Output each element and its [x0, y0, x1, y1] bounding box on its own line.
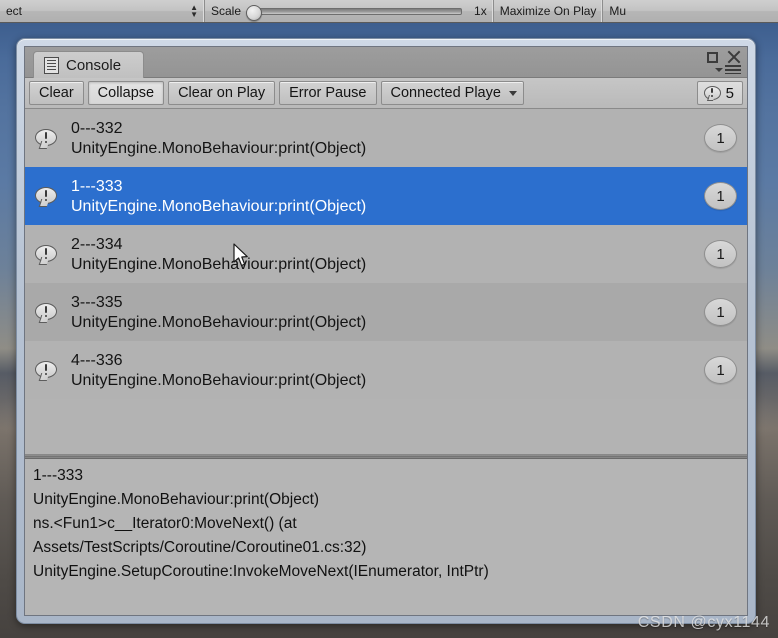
row-icon-wrap	[35, 360, 71, 381]
game-view-toolbar: ect ▲ ▼ Scale 1x Maximize On Play Mu	[0, 0, 778, 23]
console-window-inner: Console Clear Collapse Clear on Play Err…	[24, 46, 748, 616]
log-message: 4---336	[71, 351, 123, 369]
hamburger-menu-icon[interactable]	[715, 65, 741, 74]
console-toolbar: Clear Collapse Clear on Play Error Pause…	[25, 78, 747, 109]
chevron-down-icon	[715, 67, 723, 72]
mute-audio-label: Mu	[609, 4, 627, 18]
row-text: 3---335 UnityEngine.MonoBehaviour:print(…	[71, 293, 704, 332]
detail-line: Assets/TestScripts/Coroutine/Coroutine01…	[33, 539, 367, 556]
tab-console-label: Console	[66, 56, 122, 74]
row-icon-wrap	[35, 302, 71, 323]
log-stack-preview: UnityEngine.MonoBehaviour:print(Object)	[71, 255, 367, 273]
log-warning-icon	[35, 244, 57, 265]
scale-label: Scale	[211, 4, 242, 18]
scale-slider[interactable]	[246, 5, 464, 21]
row-icon-wrap	[35, 244, 71, 265]
log-stack-preview: UnityEngine.MonoBehaviour:print(Object)	[71, 371, 367, 389]
detail-line: ns.<Fun1>c__Iterator0:MoveNext() (at	[33, 515, 297, 532]
maximize-on-play-label: Maximize On Play	[499, 4, 597, 18]
log-count-badge: 1	[704, 298, 737, 326]
connected-player-label: Connected Playe	[390, 85, 501, 101]
collapse-button-label: Collapse	[97, 85, 155, 101]
row-text: 0---332 UnityEngine.MonoBehaviour:print(…	[71, 119, 704, 158]
log-count-badge: 1	[704, 240, 737, 268]
row-text: 4---336 UnityEngine.MonoBehaviour:print(…	[71, 351, 704, 390]
log-warning-icon	[35, 360, 57, 381]
connected-player-dropdown[interactable]: Connected Playe	[380, 81, 524, 105]
detail-line: 1---333	[33, 467, 83, 484]
log-count-badge: 1	[704, 182, 737, 210]
log-message: 0---332	[71, 119, 123, 137]
detail-line: UnityEngine.MonoBehaviour:print(Object)	[33, 491, 320, 508]
error-pause-button-label: Error Pause	[289, 85, 367, 101]
console-document-icon	[44, 56, 59, 74]
row-text: 1---333 UnityEngine.MonoBehaviour:print(…	[71, 177, 704, 216]
console-detail-pane[interactable]: 1---333 UnityEngine.MonoBehaviour:print(…	[25, 459, 747, 615]
tab-console[interactable]: Console	[33, 51, 145, 78]
console-tabstrip: Console	[25, 47, 747, 78]
window-controls	[707, 50, 741, 64]
log-warning-icon	[703, 85, 721, 101]
log-count-badge: 1	[704, 356, 737, 384]
log-count-badge: 1	[704, 124, 737, 152]
row-icon-wrap	[35, 186, 71, 207]
warning-count-toggle[interactable]: 5	[696, 81, 743, 105]
log-stack-preview: UnityEngine.MonoBehaviour:print(Object)	[71, 313, 367, 331]
up-down-arrows-icon: ▲ ▼	[190, 3, 198, 19]
console-log-list[interactable]: 0---332 UnityEngine.MonoBehaviour:print(…	[25, 109, 747, 454]
log-stack-preview: UnityEngine.MonoBehaviour:print(Object)	[71, 197, 367, 215]
scale-control[interactable]: Scale 1x	[205, 0, 494, 22]
aspect-ratio-dropdown[interactable]: ect ▲ ▼	[0, 0, 205, 22]
aspect-ratio-value: ect	[6, 4, 23, 18]
log-row[interactable]: 3---335 UnityEngine.MonoBehaviour:print(…	[25, 283, 747, 341]
warning-count-value: 5	[725, 84, 734, 102]
row-icon-wrap	[35, 128, 71, 149]
clear-button[interactable]: Clear	[29, 81, 84, 105]
maximize-icon[interactable]	[707, 51, 718, 63]
screen-root: ect ▲ ▼ Scale 1x Maximize On Play Mu Cons…	[0, 0, 778, 638]
row-text: 2---334 UnityEngine.MonoBehaviour:print(…	[71, 235, 704, 274]
maximize-on-play-button[interactable]: Maximize On Play	[494, 0, 604, 22]
error-pause-button[interactable]: Error Pause	[279, 81, 377, 105]
mute-audio-button[interactable]: Mu	[603, 0, 632, 22]
scale-slider-track	[256, 7, 463, 15]
log-warning-icon	[35, 128, 57, 149]
log-row[interactable]: 2---334 UnityEngine.MonoBehaviour:print(…	[25, 225, 747, 283]
clear-on-play-button[interactable]: Clear on Play	[168, 81, 276, 105]
log-row[interactable]: 0---332 UnityEngine.MonoBehaviour:print(…	[25, 109, 747, 167]
log-row[interactable]: 1---333 UnityEngine.MonoBehaviour:print(…	[25, 167, 747, 225]
chevron-down-icon	[508, 90, 517, 96]
log-warning-icon	[35, 186, 57, 207]
close-icon[interactable]	[727, 50, 741, 64]
log-warning-icon	[35, 302, 57, 323]
collapse-button[interactable]: Collapse	[87, 81, 165, 105]
scale-slider-knob[interactable]	[246, 5, 263, 21]
detail-line: UnityEngine.SetupCoroutine:InvokeMoveNex…	[33, 563, 489, 580]
log-message: 2---334	[71, 235, 123, 253]
menu-lines-icon	[725, 65, 741, 74]
log-row[interactable]: 4---336 UnityEngine.MonoBehaviour:print(…	[25, 341, 747, 399]
log-message: 1---333	[71, 177, 123, 195]
log-message: 3---335	[71, 293, 123, 311]
watermark: CSDN @cyx1144	[637, 614, 770, 631]
clear-on-play-button-label: Clear on Play	[178, 85, 266, 101]
log-stack-preview: UnityEngine.MonoBehaviour:print(Object)	[71, 139, 367, 157]
scale-value: 1x	[474, 4, 487, 18]
clear-button-label: Clear	[39, 85, 74, 101]
console-window: Console Clear Collapse Clear on Play Err…	[16, 38, 756, 624]
